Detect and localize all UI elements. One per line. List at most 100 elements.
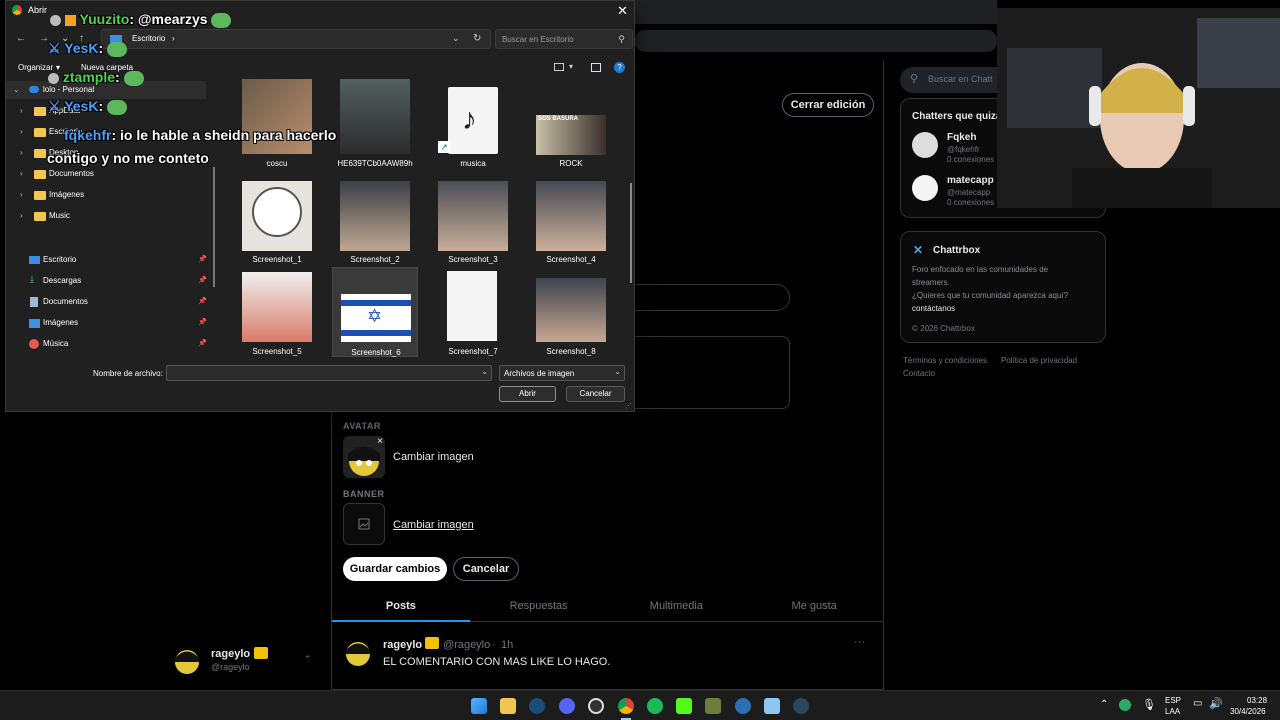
- tree-item-music[interactable]: › Music: [6, 207, 206, 225]
- start-icon[interactable]: [471, 698, 487, 714]
- clock-date[interactable]: 30/4/2026: [1230, 707, 1266, 716]
- view-icon[interactable]: [554, 63, 564, 71]
- close-edit-button[interactable]: Cerrar edición: [782, 93, 874, 117]
- expand-chevron-icon[interactable]: ›: [20, 190, 23, 199]
- kick-icon[interactable]: [676, 698, 692, 714]
- file-item-screenshot-1[interactable]: Screenshot_1: [234, 177, 320, 267]
- language-code[interactable]: ESP: [1165, 696, 1181, 705]
- save-button[interactable]: Guardar cambios: [343, 557, 447, 581]
- chatter-name: Fqkeh: [947, 132, 977, 143]
- contact-link[interactable]: contáctanos: [912, 304, 955, 313]
- pin-icon[interactable]: 📌: [198, 276, 207, 284]
- close-icon[interactable]: ✕: [617, 3, 628, 19]
- ccleaner-icon[interactable]: [735, 698, 751, 714]
- file-thumbnail: ✡: [341, 294, 411, 342]
- steam-app-icon[interactable]: [793, 698, 809, 714]
- help-icon[interactable]: ?: [614, 62, 625, 73]
- file-scrollbar[interactable]: [630, 183, 632, 283]
- sidebar-account[interactable]: rageylo @rageylo ⌃: [172, 644, 322, 678]
- footer-contact[interactable]: Contacto: [903, 369, 935, 378]
- refresh-icon[interactable]: ↻: [473, 33, 481, 44]
- file-item-screenshot-4[interactable]: Screenshot_4: [528, 177, 614, 267]
- expand-chevron-icon[interactable]: ›: [20, 148, 23, 157]
- copyright: © 2026 Chattrbox: [912, 324, 975, 333]
- tab-posts[interactable]: Posts: [332, 592, 470, 622]
- expand-chevron-icon[interactable]: ›: [20, 211, 23, 220]
- file-item-rock[interactable]: SOS BASURA ROCK: [528, 79, 614, 168]
- filename-input[interactable]: ⌄: [166, 365, 492, 381]
- expand-chevron-icon[interactable]: ›: [20, 106, 23, 115]
- file-item-coscu[interactable]: coscu: [234, 79, 320, 168]
- filetype-chevron-icon[interactable]: ⌄: [614, 367, 621, 376]
- chat-username: YesK: [64, 98, 99, 114]
- security-icon[interactable]: [1119, 699, 1131, 711]
- more-options-icon[interactable]: ···: [854, 636, 865, 648]
- resize-grip-icon[interactable]: ⋰: [625, 402, 632, 410]
- post-item[interactable]: rageylo @rageylo · 1h ··· EL COMENTARIO …: [332, 623, 883, 690]
- footer-privacy[interactable]: Política de privacidad: [1001, 356, 1077, 365]
- microphone-icon[interactable]: 🎙: [1142, 698, 1156, 711]
- view-chevron-icon[interactable]: ▾: [569, 62, 573, 71]
- tray-chevron-icon[interactable]: ⌃: [1100, 699, 1108, 710]
- address-bar[interactable]: Escritorio › ⌄ ↻: [101, 29, 491, 49]
- dialog-cancel-button[interactable]: Cancelar: [566, 386, 625, 402]
- avatar-preview[interactable]: ×: [343, 436, 385, 478]
- spotify-icon[interactable]: [647, 698, 663, 714]
- change-banner-link[interactable]: Cambiar imagen: [393, 519, 474, 531]
- preview-pane-icon[interactable]: [591, 63, 601, 72]
- file-item-screenshot-7[interactable]: Screenshot_7: [430, 269, 516, 359]
- file-item-screenshot-3[interactable]: Screenshot_3: [430, 177, 516, 267]
- pin-icon[interactable]: 📌: [198, 255, 207, 263]
- quick-access-documentos[interactable]: Documentos 📌: [6, 293, 207, 311]
- footer-terms[interactable]: Términos y condiciones: [903, 356, 987, 365]
- cancel-button[interactable]: Cancelar: [453, 557, 519, 581]
- file-item-screenshot-8[interactable]: Screenshot_8: [528, 269, 614, 359]
- file-item-screenshot-2[interactable]: Screenshot_2: [332, 177, 418, 267]
- expand-chevron-icon[interactable]: ›: [20, 169, 23, 178]
- pin-icon[interactable]: 📌: [198, 297, 207, 305]
- file-item-screenshot-6[interactable]: ✡ Screenshot_6: [332, 267, 418, 357]
- quick-access-descargas[interactable]: ⤓ Descargas 📌: [6, 272, 207, 290]
- pin-icon[interactable]: 📌: [198, 339, 207, 347]
- file-explorer-icon[interactable]: [500, 698, 516, 714]
- tab-multimedia[interactable]: Multimedia: [608, 592, 746, 621]
- change-avatar-link[interactable]: Cambiar imagen: [393, 451, 474, 463]
- chrome-icon[interactable]: [618, 698, 634, 714]
- filename-chevron-icon[interactable]: ⌄: [481, 367, 488, 376]
- language-layout[interactable]: LAA: [1165, 707, 1180, 716]
- remove-avatar-icon[interactable]: ×: [377, 436, 383, 447]
- chevron-up-icon[interactable]: ⌃: [304, 654, 312, 665]
- tab-me-gusta[interactable]: Me gusta: [745, 592, 883, 621]
- pin-icon[interactable]: 📌: [198, 318, 207, 326]
- filetype-select[interactable]: Archivos de imagen ⌄: [499, 365, 625, 381]
- quick-access-musica[interactable]: Música 📌: [6, 335, 207, 353]
- file-thumbnail: [536, 181, 606, 251]
- banner-preview[interactable]: [343, 503, 385, 545]
- volume-icon[interactable]: 🔊: [1209, 697, 1223, 710]
- expand-chevron-icon[interactable]: ›: [20, 127, 23, 136]
- file-item-screenshot-5[interactable]: Screenshot_5: [234, 269, 320, 359]
- open-button[interactable]: Abrir: [499, 386, 556, 402]
- tree-item-imagenes[interactable]: › Imágenes: [6, 186, 206, 204]
- file-item-musica[interactable]: ♪ ↗ musica: [430, 79, 516, 168]
- clock-time[interactable]: 03:28: [1247, 696, 1267, 705]
- dropdown-chevron-icon[interactable]: ⌄: [452, 33, 460, 44]
- notepad-icon[interactable]: [764, 698, 780, 714]
- browser-address-bar[interactable]: [635, 30, 997, 52]
- post-author[interactable]: rageylo: [383, 639, 422, 651]
- back-arrow-icon[interactable]: ←: [16, 33, 26, 44]
- quick-access-imagenes[interactable]: Imágenes 📌: [6, 314, 207, 332]
- dialog-search-input[interactable]: Buscar en Escritorio ⚲: [495, 29, 633, 49]
- file-item-he639[interactable]: HE639TCb0AAW89h: [332, 79, 418, 168]
- tab-respuestas[interactable]: Respuestas: [470, 592, 608, 621]
- tree-item-documentos[interactable]: › Documentos: [6, 165, 206, 183]
- network-icon[interactable]: ▭: [1193, 698, 1202, 709]
- minecraft-icon[interactable]: [705, 698, 721, 714]
- expand-chevron-icon[interactable]: ⌄: [13, 85, 20, 94]
- obs-icon[interactable]: [588, 698, 604, 714]
- file-name: Screenshot_3: [448, 255, 498, 264]
- discord-icon[interactable]: [559, 698, 575, 714]
- quick-access-escritorio[interactable]: Escritorio 📌: [6, 251, 207, 269]
- steam-icon[interactable]: [529, 698, 545, 714]
- nav-scrollbar[interactable]: [213, 167, 215, 287]
